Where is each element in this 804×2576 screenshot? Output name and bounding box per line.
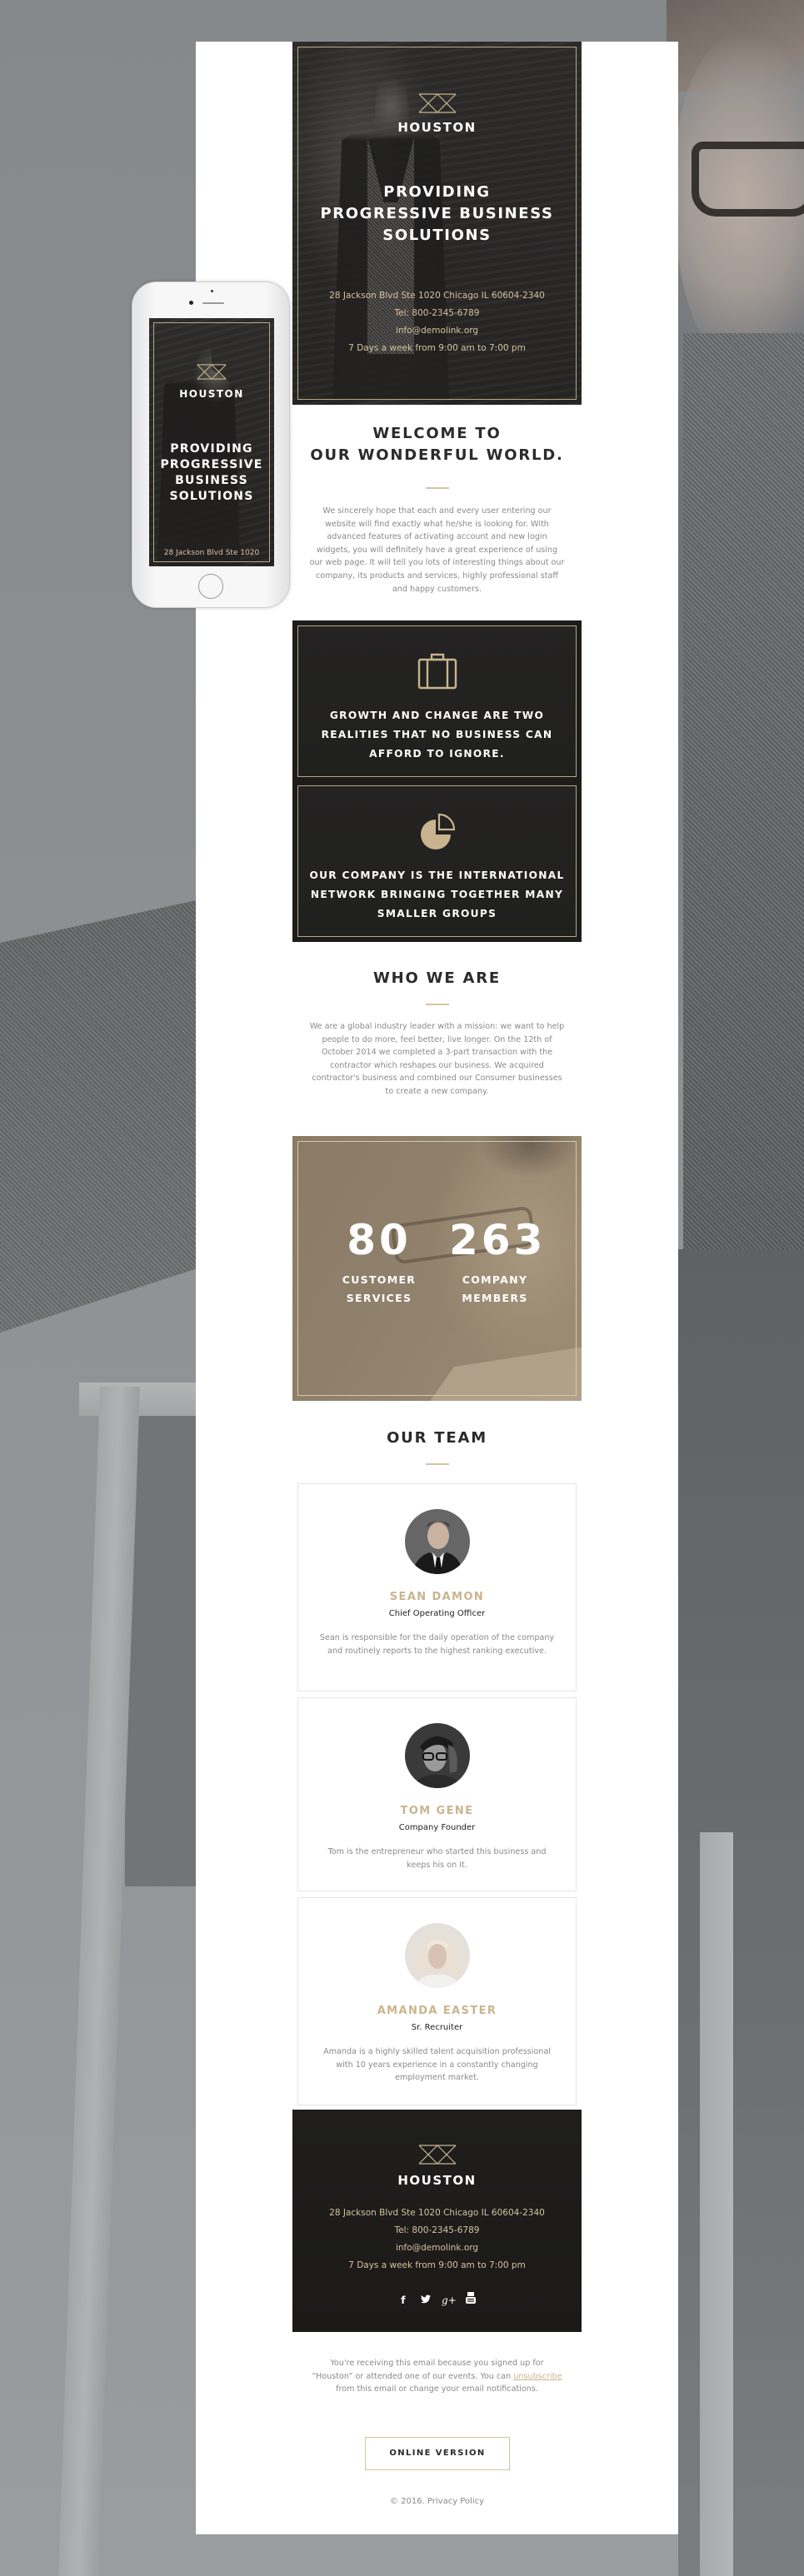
stat-customer-services: 80 CUSTOMER SERVICES [333,1216,425,1308]
pie-chart-icon [420,813,455,850]
footer-phone[interactable]: Tel: 800-2345-6789 [292,2222,582,2240]
hero-email[interactable]: info@demolink.org [292,322,582,340]
welcome-title: WELCOME TO OUR WONDERFUL WORLD. [310,425,564,464]
youtube-icon[interactable] [464,2292,477,2305]
footer-email[interactable]: info@demolink.org [292,2240,582,2257]
unsubscribe-link[interactable]: unsubscribe [513,2372,562,2381]
team-divider [425,1463,449,1465]
avatar [404,1509,470,1574]
phone-brand-name: HOUSTON [179,388,244,400]
who-we-are-text: We are a global industry leader with a m… [309,1022,565,1096]
hero-phone[interactable]: Tel: 800-2345-6789 [292,305,582,322]
who-we-are-divider [425,1004,449,1005]
member-bio: Amanda is a highly skilled talent acquis… [323,2047,551,2083]
welcome-divider [425,487,449,489]
member-role: Chief Operating Officer [388,1609,486,1618]
copyright: © 2016. Privacy Policy [292,2497,582,2506]
hero-contact-info: 28 Jackson Blvd Ste 1020 Chicago IL 6060… [292,287,582,357]
member-role: Sr. Recruiter [411,2023,463,2032]
google-plus-icon[interactable]: g+ [442,2294,457,2307]
welcome-section: WELCOME TO OUR WONDERFUL WORLD. We since… [292,423,582,615]
welcome-text: We sincerely hope that each and every us… [309,506,565,594]
phone-home-button [198,574,223,599]
stat-label: CUSTOMER SERVICES [342,1273,417,1304]
feature-panel: GROWTH AND CHANGE ARE TWO REALITIES THAT… [297,625,577,777]
avatar-tom-image [404,1723,470,1788]
background-jacket-sleeve [0,899,200,1333]
background-model-jacket [683,333,804,1249]
stats-section: 80 CUSTOMER SERVICES 263 COMPANY MEMBERS [292,1136,582,1401]
social-links: f g+ [292,2291,582,2307]
phone-sensor [211,290,213,292]
houston-logo-icon [418,93,456,113]
privacy-policy-link[interactable]: Privacy Policy [427,2497,484,2506]
twitter-icon[interactable] [419,2294,432,2307]
team-section: OUR TEAM SEAN DAMON Chief Operating Offi… [292,1428,582,2110]
member-bio: Tom is the entrepreneur who started this… [327,1847,547,1870]
stat-label: COMPANY MEMBERS [462,1273,528,1304]
stat-value: 80 [347,1216,412,1264]
avatar [404,1923,470,1988]
feature-text: OUR COMPANY IS THE INTERNATIONAL NETWORK… [309,869,565,919]
avatar-sean-image [404,1509,470,1574]
phone-speaker [202,302,224,304]
team-member-card: TOM GENE Company Founder Tom is the entr… [297,1697,577,1891]
stat-company-members: 263 COMPANY MEMBERS [449,1216,547,1308]
hero-section: HOUSTON PROVIDING PROGRESSIVE BUSINESS S… [292,42,582,405]
houston-logo-icon [197,364,227,380]
background-model-legs [678,1249,804,2576]
avatar-amanda-image [404,1923,470,1988]
team-member-card: AMANDA EASTER Sr. Recruiter Amanda is a … [297,1897,577,2105]
team-title: OUR TEAM [387,1429,487,1447]
footer-brand-name: HOUSTON [397,2173,477,2188]
member-name: TOM GENE [400,1805,474,1817]
copyright-text: © 2016. [389,2497,425,2506]
phone-hero-title: PROVIDING PROGRESSIVE BUSINESS SOLUTIONS [160,442,263,503]
briefcase-icon [417,653,457,690]
member-name: AMANDA EASTER [377,2005,497,2017]
member-bio: Sean is responsible for the daily operat… [319,1633,555,1656]
hero-address: 28 Jackson Blvd Ste 1020 Chicago IL 6060… [329,291,545,301]
avatar [404,1723,470,1788]
phone-mockup: HOUSTON PROVIDING PROGRESSIVE BUSINESS SOLU… [132,282,290,608]
online-version-button[interactable]: ONLINE VERSION [365,2437,510,2470]
member-name: SEAN DAMON [389,1591,485,1603]
stat-value: 263 [449,1216,547,1264]
phone-screen: HOUSTON PROVIDING PROGRESSIVE BUSINESS SOLU… [149,318,274,566]
subscription-note: You're receiving this email because you … [309,2357,565,2396]
who-we-are-section: WHO WE ARE We are a global industry lead… [292,968,582,1134]
feature-panel: OUR COMPANY IS THE INTERNATIONAL NETWORK… [297,785,577,937]
houston-logo-icon [418,2145,456,2165]
team-member-card: SEAN DAMON Chief Operating Officer Sean … [297,1483,577,1692]
footer-contact-section: HOUSTON 28 Jackson Blvd Ste 1020 Chicago… [292,2110,582,2332]
who-we-are-title: WHO WE ARE [373,969,501,987]
brand-name: HOUSTON [397,120,477,135]
footer-contact-info: 28 Jackson Blvd Ste 1020 Chicago IL 6060… [292,2205,582,2275]
feature-text: GROWTH AND CHANGE ARE TWO REALITIES THAT… [321,710,553,760]
background-model-glasses [692,142,804,217]
footer-hours: 7 Days a week from 9:00 am to 7:00 pm [348,2260,526,2270]
features-section: GROWTH AND CHANGE ARE TWO REALITIES THAT… [292,620,582,942]
footer-address: 28 Jackson Blvd Ste 1020 Chicago IL 6060… [329,2208,545,2218]
hero-hours: 7 Days a week from 9:00 am to 7:00 pm [348,343,526,353]
phone-camera-icon [189,301,193,305]
member-role: Company Founder [398,1823,476,1832]
note-text-after: from this email or change your email not… [336,2384,538,2394]
facebook-icon[interactable]: f [397,2294,410,2307]
phone-address: 28 Jackson Blvd Ste 1020 [163,549,260,557]
note-text-before: You're receiving this email because you … [312,2359,544,2381]
background-chair-leg-right [700,1832,733,2576]
hero-title: PROVIDING PROGRESSIVE BUSINESS SOLUTIONS [320,183,554,244]
